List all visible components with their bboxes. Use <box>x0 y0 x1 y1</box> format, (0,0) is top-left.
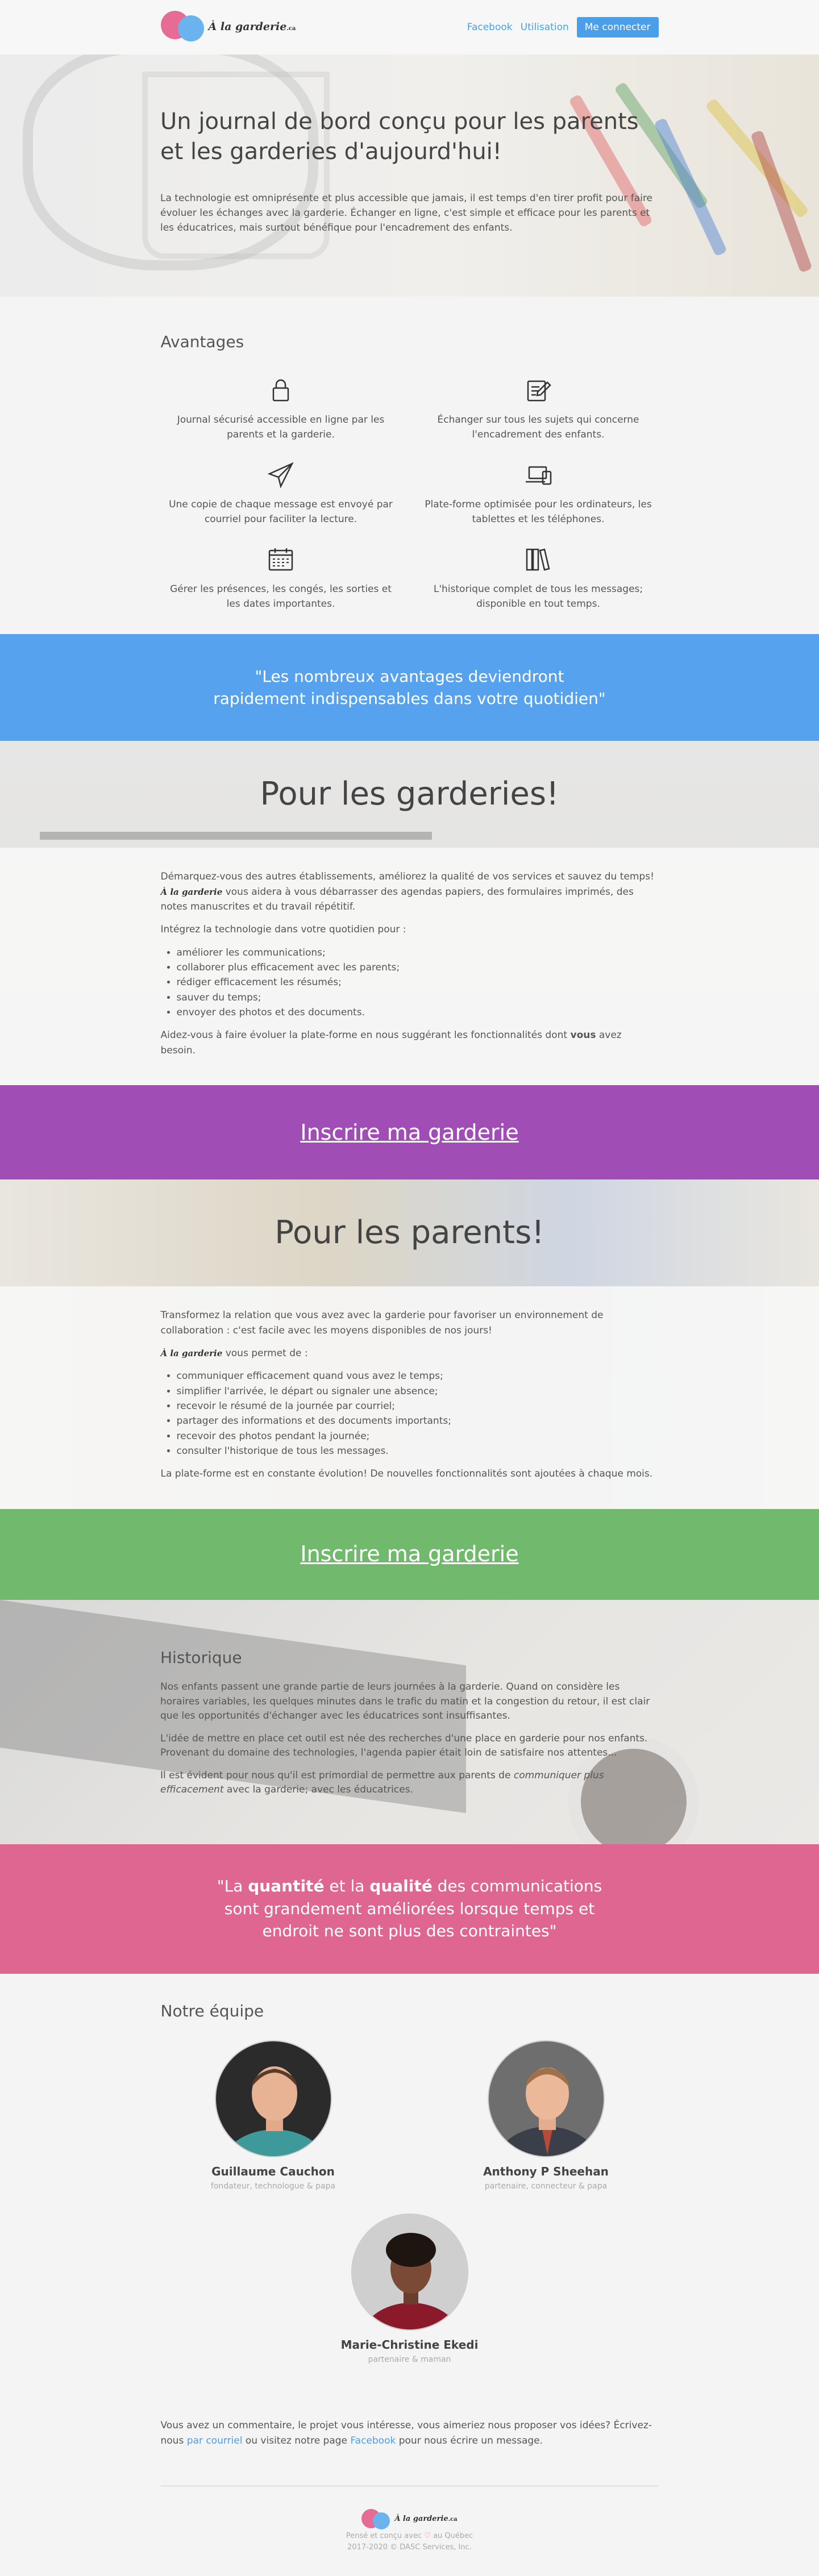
avatar <box>487 2040 605 2157</box>
register-cta-band: Inscrire ma garderie <box>0 1085 819 1180</box>
member-role: fondateur, technologue & papa <box>210 2182 336 2191</box>
member-name: Marie-Christine Ekedi <box>340 2337 479 2352</box>
quote-band: "Les nombreux avantages deviendront rapi… <box>0 634 819 741</box>
email-link[interactable]: par courriel <box>187 2435 243 2446</box>
lock-icon <box>272 380 289 402</box>
parents-list: communiquer efficacement quand vous avez… <box>177 1369 659 1458</box>
footer: À la garderie.ca Pensé et conçu avec ♡ a… <box>160 2486 659 2570</box>
list-item: consulter l'historique de tous les messa… <box>177 1444 659 1458</box>
advantage-item: Une copie de chaque message est envoyé p… <box>161 459 401 527</box>
team-member: Anthony P Sheehan partenaire, connecteur… <box>461 2040 631 2193</box>
advantages-section: Avantages Journal sécurisé accessible en… <box>0 297 819 634</box>
quote-text: "La quantité et la qualité des communica… <box>217 1876 602 1941</box>
list-item: améliorer les communications; <box>177 945 659 960</box>
contact-note: Vous avez un commentaire, le projet vous… <box>160 2420 652 2446</box>
avatar <box>351 2213 468 2331</box>
main-nav: Facebook Utilisation Me connecter <box>467 16 659 38</box>
list-item: partager des informations et des documen… <box>177 1414 659 1428</box>
list-item: recevoir des photos pendant la journée; <box>177 1429 659 1444</box>
parents-intro: Transformez la relation que vous avez av… <box>160 1310 604 1336</box>
history-paragraph: Il est évident pour nous qu'il est primo… <box>160 1769 604 1796</box>
heart-icon: ♡ <box>424 2532 431 2541</box>
garderies-lead: Intégrez la technologie dans votre quoti… <box>160 924 406 936</box>
hero-title: Un journal de bord conçu pour les parent… <box>160 109 639 165</box>
quote-text: "Les nombreux avantages deviendront rapi… <box>213 666 606 708</box>
member-role: partenaire & maman <box>368 2354 451 2364</box>
hero-text: La technologie est omniprésente et plus … <box>160 192 653 234</box>
garderies-intro: Démarquez-vous des autres établissements… <box>160 871 654 913</box>
history-section: Historique Nos enfants passent une grand… <box>0 1599 819 1844</box>
footer-made-in: Pensé et conçu avec ♡ au Québec <box>346 2532 473 2541</box>
garderies-list: améliorer les communications; collaborer… <box>177 945 659 1020</box>
top-bar: À la garderie.ca Facebook Utilisation Me… <box>0 0 819 55</box>
register-cta-band: Inscrire ma garderie <box>0 1508 819 1600</box>
facebook-link[interactable]: Facebook <box>350 2435 396 2446</box>
footer-copyright: 2017-2020 © DASC Services, Inc. <box>347 2542 472 2552</box>
garderies-title: Pour les garderies! <box>260 775 559 812</box>
member-name: Anthony P Sheehan <box>483 2165 609 2178</box>
paper-plane-icon <box>267 462 294 489</box>
books-icon <box>526 548 550 571</box>
team-title: Notre équipe <box>160 2001 264 2020</box>
advantage-item: Plate-forme optimisée pour les ordinateu… <box>418 459 659 527</box>
hero-section: Un journal de bord conçu pour les parent… <box>0 55 819 297</box>
register-daycare-link[interactable]: Inscrire ma garderie <box>300 1116 518 1149</box>
garderies-section: Pour les garderies! Démarquez-vous des a… <box>0 741 819 1086</box>
list-item: rédiger efficacement les résumés; <box>177 975 659 990</box>
advantage-item: Échanger sur tous les sujets qui concern… <box>418 374 659 442</box>
edit-icon <box>527 381 551 402</box>
avatar <box>214 2040 332 2157</box>
list-item: collaborer plus efficacement avec les pa… <box>177 960 659 975</box>
list-item: communiquer efficacement quand vous avez… <box>177 1369 659 1383</box>
calendar-icon <box>268 548 293 571</box>
logo-bubbles-icon <box>160 10 205 45</box>
nav-facebook-link[interactable]: Facebook <box>467 20 513 35</box>
register-daycare-link[interactable]: Inscrire ma garderie <box>300 1537 518 1571</box>
advantage-item: Gérer les présences, les congés, les sor… <box>161 544 401 611</box>
logo[interactable]: À la garderie.ca <box>160 10 296 45</box>
logo-text: À la garderie.ca <box>208 20 296 34</box>
history-paragraph: Nos enfants passent une grande partie de… <box>160 1681 650 1721</box>
team-section: Notre équipe Guillaume Cauchon fondateur… <box>0 1974 819 2570</box>
footer-logo: À la garderie.ca <box>161 2508 659 2531</box>
parents-closing: La plate-forme est en constante évolutio… <box>160 1468 653 1480</box>
logo-bubbles-icon <box>361 2508 391 2531</box>
history-paragraph: L'idée de mettre en place cet outil est … <box>160 1732 648 1759</box>
team-member: Guillaume Cauchon fondateur, technologue… <box>188 2040 359 2193</box>
advantage-item: L'historique complet de tous les message… <box>418 544 659 611</box>
list-item: simplifier l'arrivée, le départ ou signa… <box>177 1384 659 1399</box>
quote-band: "La quantité et la qualité des communica… <box>0 1844 819 1974</box>
parents-lead: À la garderie vous permet de : <box>160 1347 308 1359</box>
login-button[interactable]: Me connecter <box>576 16 659 38</box>
garderies-closing: Aidez-vous à faire évoluer la plate-form… <box>160 1029 622 1056</box>
parents-title: Pour les parents! <box>275 1214 544 1251</box>
devices-icon <box>526 466 552 485</box>
member-role: partenaire, connecteur & papa <box>484 2182 608 2191</box>
list-item: sauver du temps; <box>177 990 659 1005</box>
list-item: recevoir le résumé de la journée par cou… <box>177 1399 659 1414</box>
advantages-title: Avantages <box>160 332 244 351</box>
history-title: Historique <box>160 1648 242 1667</box>
member-name: Guillaume Cauchon <box>211 2165 335 2178</box>
parents-section: Pour les parents! Transformez la relatio… <box>0 1179 819 1509</box>
list-item: envoyer des photos et des documents. <box>177 1005 659 1020</box>
team-member: Marie-Christine Ekedi partenaire & maman <box>325 2213 495 2366</box>
nav-utilisation-link[interactable]: Utilisation <box>521 20 569 35</box>
advantage-item: Journal sécurisé accessible en ligne par… <box>161 374 401 442</box>
